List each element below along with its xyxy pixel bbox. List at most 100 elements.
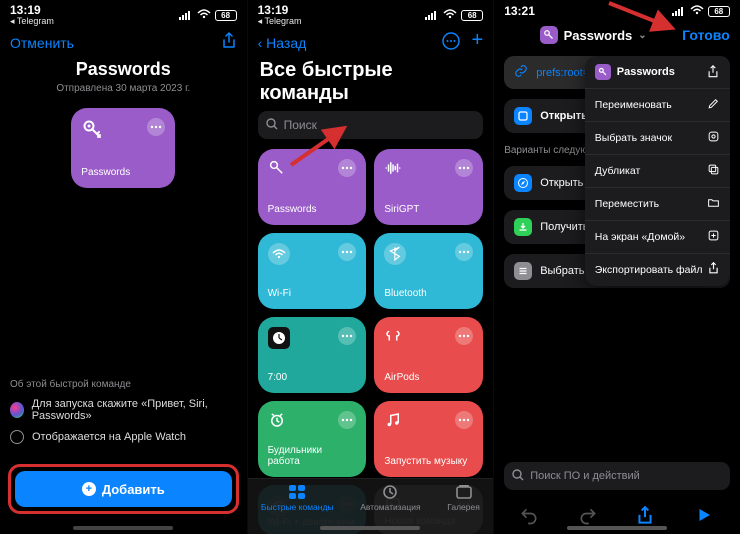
battery-icon: 68 xyxy=(461,10,483,21)
siri-icon xyxy=(10,402,24,418)
download-icon xyxy=(514,218,532,236)
home-indicator xyxy=(320,526,420,530)
page-title: Все быстрые команды xyxy=(248,57,494,111)
status-back-app[interactable]: ◂ Telegram xyxy=(10,17,54,26)
chevron-down-icon: ⌄ xyxy=(638,30,646,41)
battery-icon: 68 xyxy=(708,6,730,17)
tab-label: Быстрые команды xyxy=(261,502,334,512)
menu-item-home-screen[interactable]: На экран «Домой» xyxy=(585,221,730,254)
waveform-icon xyxy=(384,159,402,180)
editor-toolbar xyxy=(494,506,740,526)
back-button[interactable]: ‹ Назад xyxy=(258,35,307,51)
screen-add-shortcut: 13:19 ◂ Telegram 68 Отменить Passwords О… xyxy=(0,0,247,534)
menu-item-export[interactable]: Экспортировать файл xyxy=(585,254,730,286)
tile-wifi[interactable]: Wi-Fi xyxy=(258,233,367,309)
tile-passwords[interactable]: Passwords xyxy=(258,149,367,225)
undo-icon[interactable] xyxy=(519,506,539,526)
link-icon xyxy=(514,64,528,81)
action-search-field[interactable]: Поиск ПО и действий xyxy=(504,462,730,490)
shortcut-tile-passwords[interactable]: Passwords xyxy=(71,108,175,188)
tile-more-button[interactable] xyxy=(338,327,356,345)
status-time: 13:19 xyxy=(10,4,54,17)
tile-label: Wi-Fi xyxy=(268,288,357,299)
context-menu: Passwords Переименовать Выбрать значок Д… xyxy=(585,56,730,286)
tab-shortcuts[interactable]: Быстрые команды xyxy=(261,483,334,512)
tile-700[interactable]: 7:00 xyxy=(258,317,367,393)
status-bar: 13:19 ◂ Telegram 68 xyxy=(0,0,247,26)
tile-airpods[interactable]: AirPods xyxy=(374,317,483,393)
menu-item-move[interactable]: Переместить xyxy=(585,188,730,221)
play-icon[interactable] xyxy=(695,506,715,526)
siri-hint-text: Для запуска скажите «Привет, Siri, Passw… xyxy=(32,398,237,422)
add-shortcut-button[interactable]: + Добавить xyxy=(15,471,232,507)
menu-label: Экспортировать файл xyxy=(595,264,703,276)
plus-square-icon xyxy=(707,229,720,245)
watch-icon xyxy=(10,430,24,444)
tile-more-button[interactable] xyxy=(455,327,473,345)
wifi-icon xyxy=(443,8,457,22)
tab-gallery[interactable]: Галерея xyxy=(447,483,480,512)
editor-header: Passwords ⌄ Готово xyxy=(494,18,740,50)
tile-label: Bluetooth xyxy=(384,288,473,299)
tile-label: 7:00 xyxy=(268,372,357,383)
share-icon xyxy=(707,262,720,278)
tile-more-button[interactable] xyxy=(455,411,473,429)
cellular-icon xyxy=(179,10,193,20)
tile-label: AirPods xyxy=(384,372,473,383)
redo-icon[interactable] xyxy=(578,506,598,526)
home-indicator xyxy=(73,526,173,530)
tile-label: Запустить музыку xyxy=(384,456,473,467)
key-icon xyxy=(268,159,286,180)
tile-label: Passwords xyxy=(81,167,165,178)
tile-more-button[interactable] xyxy=(338,243,356,261)
add-button-label: Добавить xyxy=(102,482,165,497)
shortcuts-grid: Passwords SiriGPT Wi-Fi Bluetooth xyxy=(248,139,494,534)
cancel-button[interactable]: Отменить xyxy=(10,35,74,51)
alarm-icon xyxy=(268,411,286,432)
menu-item-rename[interactable]: Переименовать xyxy=(585,89,730,122)
tab-automation[interactable]: Автоматизация xyxy=(360,483,420,512)
watch-row: Отображается на Apple Watch xyxy=(10,430,237,444)
menu-item-choose-icon[interactable]: Выбрать значок xyxy=(585,122,730,155)
battery-icon: 68 xyxy=(215,10,237,21)
tile-bluetooth[interactable]: Bluetooth xyxy=(374,233,483,309)
tile-alarms-work[interactable]: Будильники работа xyxy=(258,401,367,477)
tile-more-button[interactable] xyxy=(338,411,356,429)
status-time: 13:19 xyxy=(258,4,302,17)
options-icon[interactable] xyxy=(442,32,460,53)
tile-more-button[interactable] xyxy=(455,159,473,177)
menu-item-duplicate[interactable]: Дубликат xyxy=(585,155,730,188)
wifi-icon xyxy=(268,243,290,265)
share-icon[interactable] xyxy=(221,32,237,53)
share-icon[interactable] xyxy=(706,65,720,79)
key-icon xyxy=(81,118,105,145)
safari-icon xyxy=(514,174,532,192)
tile-sirigpt[interactable]: SiriGPT xyxy=(374,149,483,225)
tab-label: Автоматизация xyxy=(360,502,420,512)
menu-header: Passwords xyxy=(585,56,730,89)
duplicate-icon xyxy=(707,163,720,179)
about-section: Об этой быстрой команде Для запуска скаж… xyxy=(10,379,237,452)
bluetooth-icon xyxy=(384,243,406,265)
music-icon xyxy=(384,411,402,432)
magnifier-icon xyxy=(266,118,278,133)
tile-more-button[interactable] xyxy=(147,118,165,136)
url-text: prefs:root= xyxy=(536,67,589,79)
about-heading: Об этой быстрой команде xyxy=(10,379,237,390)
tile-more-button[interactable] xyxy=(455,243,473,261)
action-label: Открыть xyxy=(540,110,588,122)
share-icon[interactable] xyxy=(636,506,656,526)
menu-label: На экран «Домой» xyxy=(595,231,685,243)
status-back-app[interactable]: ◂ Telegram xyxy=(258,17,302,26)
menu-label: Переместить xyxy=(595,198,659,210)
search-field[interactable]: Поиск xyxy=(258,111,484,139)
tile-more-button[interactable] xyxy=(338,159,356,177)
nav-bar: Отменить xyxy=(0,26,247,57)
search-placeholder: Поиск ПО и действий xyxy=(530,470,640,482)
add-icon[interactable]: + xyxy=(472,32,484,53)
search-placeholder: Поиск xyxy=(284,118,317,132)
tile-label: Passwords xyxy=(268,204,357,215)
tile-play-music[interactable]: Запустить музыку xyxy=(374,401,483,477)
done-button[interactable]: Готово xyxy=(682,27,730,43)
shortcut-title-dropdown[interactable]: Passwords ⌄ xyxy=(540,26,647,44)
